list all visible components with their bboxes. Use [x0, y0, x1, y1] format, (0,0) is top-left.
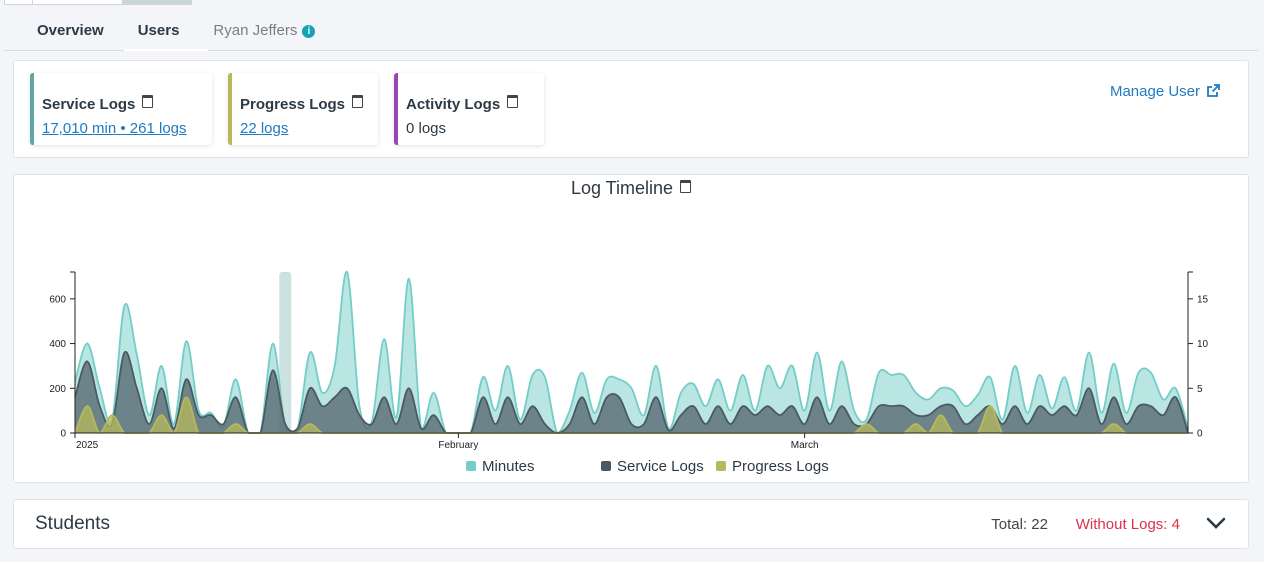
top-tab-segment[interactable] — [32, 0, 124, 5]
log-timeline-chart[interactable]: 0 200 400 600 0 5 10 15 2025 February March — [14, 175, 1248, 455]
external-link-icon — [1207, 84, 1220, 97]
y-left-tick-label: 600 — [49, 294, 66, 305]
legend-swatch — [716, 461, 726, 471]
legend-item-progress-logs[interactable]: Progress Logs — [716, 458, 829, 475]
x-tick-label: 2025 — [76, 440, 99, 451]
y-right-tick-label: 5 — [1197, 384, 1203, 395]
activity-logs-title: Activity Logs — [406, 95, 519, 113]
card-accent-bar — [228, 73, 232, 145]
info-icon[interactable]: i — [302, 25, 316, 38]
card-accent-bar — [394, 73, 398, 145]
tab-user-name-label: Ryan Jeffers — [213, 22, 298, 39]
card-accent-bar — [30, 73, 34, 145]
activity-logs-card: Activity Logs 0 logs — [394, 73, 544, 145]
calendar-icon[interactable] — [142, 95, 154, 108]
service-logs-card: Service Logs 17,010 min • 261 logs — [30, 73, 212, 145]
active-tab-indicator — [124, 49, 208, 51]
tab-overview[interactable]: Overview — [20, 13, 121, 49]
calendar-icon[interactable] — [507, 95, 519, 108]
x-tick-label: March — [791, 440, 819, 451]
y-left-tick-label: 200 — [49, 384, 66, 395]
legend-item-service-logs[interactable]: Service Logs — [601, 458, 704, 475]
log-timeline-panel: Log Timeline 0 200 400 600 0 5 10 15 2025 Februar… — [13, 174, 1249, 483]
students-title: Students — [35, 513, 110, 534]
tab-user-name[interactable]: Ryan Jeffers i — [196, 13, 332, 49]
tab-users[interactable]: Users — [121, 13, 197, 49]
legend-item-minutes[interactable]: Minutes — [466, 458, 535, 475]
chevron-down-icon[interactable] — [1206, 516, 1226, 530]
y-right-tick-label: 15 — [1197, 294, 1209, 305]
service-logs-value[interactable]: 17,010 min • 261 logs — [42, 120, 187, 137]
y-left-tick-label: 400 — [49, 339, 66, 350]
progress-logs-card: Progress Logs 22 logs — [228, 73, 378, 145]
tab-bar: Overview Users Ryan Jeffers i — [20, 12, 332, 50]
manage-user-link[interactable]: Manage User — [1110, 83, 1220, 100]
students-total: Total: 22 — [991, 516, 1048, 533]
legend-swatch — [601, 461, 611, 471]
top-tab-segment[interactable] — [4, 0, 34, 5]
progress-logs-value[interactable]: 22 logs — [240, 120, 288, 137]
legend-swatch — [466, 461, 476, 471]
top-tab-segment-active[interactable] — [122, 0, 192, 5]
y-right-tick-label: 10 — [1197, 339, 1209, 350]
activity-logs-value: 0 logs — [406, 120, 447, 137]
y-left-tick-label: 0 — [60, 429, 66, 440]
x-tick-label: February — [438, 440, 478, 451]
log-summary-panel: Service Logs 17,010 min • 261 logs Progr… — [13, 60, 1249, 158]
students-without-logs[interactable]: Without Logs: 4 — [1076, 516, 1180, 533]
calendar-icon[interactable] — [352, 95, 364, 108]
series-area-minutes — [75, 271, 1188, 433]
service-logs-title: Service Logs — [42, 95, 154, 113]
manage-user-label: Manage User — [1109, 83, 1200, 100]
progress-logs-title: Progress Logs — [240, 95, 364, 113]
students-panel: Students Total: 22 Without Logs: 4 — [13, 499, 1249, 549]
y-right-tick-label: 0 — [1197, 429, 1203, 440]
